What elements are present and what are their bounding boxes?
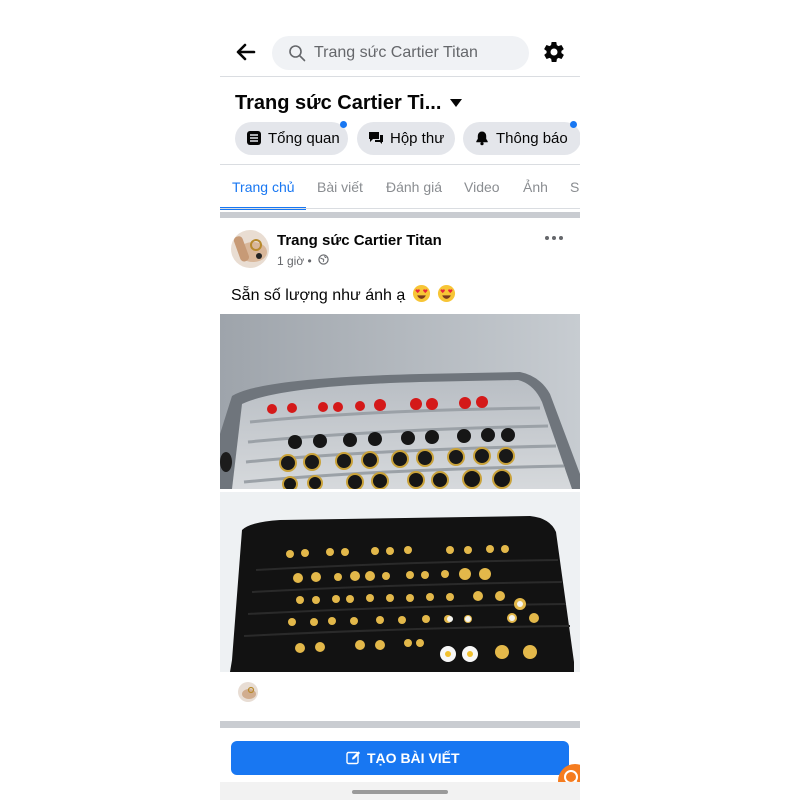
chip-notifications[interactable]: Thông báo: [463, 121, 580, 155]
divider: [220, 76, 580, 77]
post-text-body: Sẵn số lượng như ánh ạ: [231, 287, 406, 304]
chip-label: Hộp thư: [390, 130, 445, 147]
avatar-image: [231, 230, 269, 268]
gear-icon[interactable]: [542, 40, 566, 64]
bell-icon: [476, 131, 488, 146]
chip-inbox[interactable]: Hộp thư: [357, 122, 455, 155]
post-author[interactable]: Trang sức Cartier Titan: [277, 232, 442, 249]
heart-eyes-emoji-icon: [438, 284, 456, 303]
page-title[interactable]: Trang sức Cartier Ti...: [235, 92, 441, 115]
tab-more[interactable]: S: [570, 179, 579, 195]
chip-label: Thông báo: [496, 130, 568, 147]
post-photo-black-tray[interactable]: [220, 492, 580, 672]
top-bar: Trang sức Cartier Titan: [220, 28, 580, 76]
back-arrow-icon[interactable]: [234, 40, 258, 64]
post-photo-grey-tray[interactable]: [220, 314, 580, 489]
tab-posts[interactable]: Bài viết: [317, 179, 363, 195]
tab-video[interactable]: Video: [464, 179, 500, 195]
more-options-icon[interactable]: [542, 230, 566, 246]
create-post-label: TẠO BÀI VIẾT: [367, 750, 460, 766]
search-icon: [289, 45, 306, 62]
avatar-image: [238, 682, 258, 702]
search-input[interactable]: Trang sức Cartier Titan: [272, 36, 529, 70]
section-separator: [220, 212, 580, 218]
page-avatar[interactable]: [231, 230, 269, 268]
tab-home[interactable]: Trang chủ: [232, 179, 295, 195]
chip-overview[interactable]: Tổng quan: [235, 121, 348, 155]
post-text: Sẵn số lượng như ánh ạ: [231, 284, 456, 305]
list-icon: [247, 131, 261, 145]
page-tabs: Trang chủ Bài viết Đánh giá Video Ảnh S: [220, 165, 580, 210]
notification-dot: [340, 121, 347, 128]
section-separator: [220, 721, 580, 728]
post-timestamp: 1 giờ •: [277, 254, 312, 268]
caret-down-icon[interactable]: [449, 98, 463, 108]
notification-dot: [570, 121, 577, 128]
tab-reviews[interactable]: Đánh giá: [386, 179, 442, 195]
chip-label: Tổng quan: [268, 130, 340, 147]
tab-photos[interactable]: Ảnh: [523, 179, 548, 195]
search-text: Trang sức Cartier Titan: [314, 44, 478, 61]
phone-screen: Trang sức Cartier Titan Trang sức Cartie…: [220, 28, 580, 800]
chat-icon: [369, 132, 383, 144]
create-post-button[interactable]: TẠO BÀI VIẾT: [231, 741, 569, 775]
home-indicator[interactable]: [352, 790, 448, 794]
reactor-avatar[interactable]: [238, 682, 258, 702]
divider: [220, 208, 580, 209]
heart-eyes-emoji-icon: [412, 284, 430, 303]
globe-icon: [318, 254, 329, 265]
edit-icon: [346, 751, 361, 765]
